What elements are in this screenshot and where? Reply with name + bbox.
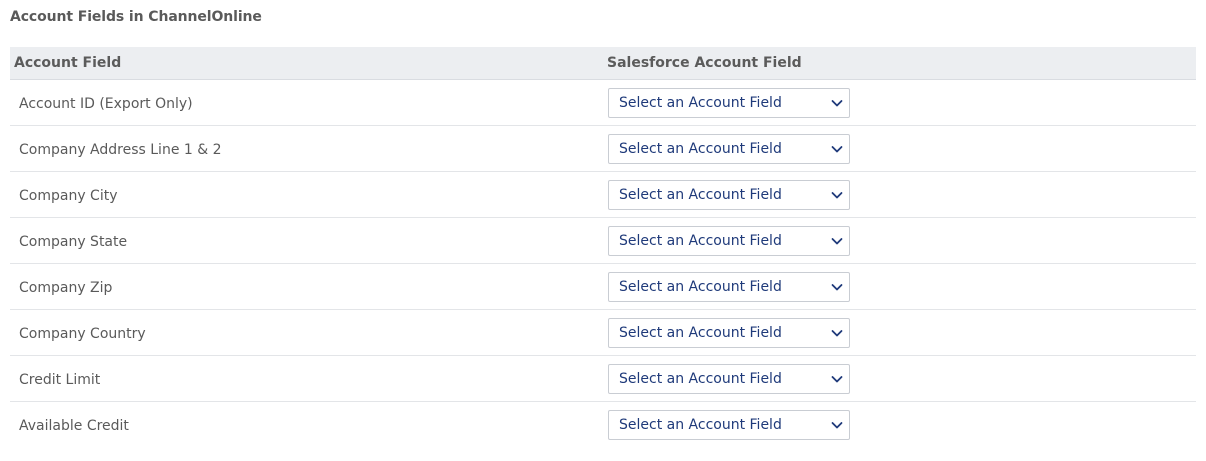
chevron-down-icon [831, 145, 843, 152]
table-row: Credit Limit Select an Account Field [10, 356, 1196, 402]
salesforce-field-select[interactable]: Select an Account Field [608, 133, 850, 164]
select-value: Select an Account Field [619, 186, 782, 203]
account-field-label: Company Address Line 1 & 2 [19, 142, 222, 158]
salesforce-field-select[interactable]: Select an Account Field [608, 271, 850, 302]
select-value: Select an Account Field [619, 324, 782, 341]
chevron-down-icon [831, 191, 843, 198]
column-header-salesforce-account-field: Salesforce Account Field [607, 55, 802, 71]
account-field-label: Company City [19, 188, 118, 204]
table-row: Account ID (Export Only) Select an Accou… [10, 80, 1196, 126]
account-field-label: Account ID (Export Only) [19, 96, 193, 112]
select-value: Select an Account Field [619, 416, 782, 433]
account-field-label: Company State [19, 234, 128, 250]
chevron-down-icon [831, 421, 843, 428]
table-row: Company State Select an Account Field [10, 218, 1196, 264]
chevron-down-icon [831, 283, 843, 290]
select-value: Select an Account Field [619, 232, 782, 249]
salesforce-field-select[interactable]: Select an Account Field [608, 409, 850, 440]
account-field-label: Company Country [19, 326, 146, 342]
salesforce-field-select[interactable]: Select an Account Field [608, 363, 850, 394]
select-value: Select an Account Field [619, 370, 782, 387]
salesforce-field-select[interactable]: Select an Account Field [608, 179, 850, 210]
chevron-down-icon [831, 99, 843, 106]
table-row: Company Country Select an Account Field [10, 310, 1196, 356]
select-value: Select an Account Field [619, 140, 782, 157]
table-row: Available Credit Select an Account Field [10, 402, 1196, 447]
table-row: Company City Select an Account Field [10, 172, 1196, 218]
table-body: Account ID (Export Only) Select an Accou… [10, 80, 1196, 447]
select-value: Select an Account Field [619, 278, 782, 295]
account-field-label: Company Zip [19, 280, 113, 296]
section-title: Account Fields in ChannelOnline [10, 9, 262, 25]
salesforce-field-select[interactable]: Select an Account Field [608, 317, 850, 348]
account-fields-page: Account Fields in ChannelOnline Account … [0, 0, 1206, 461]
salesforce-field-select[interactable]: Select an Account Field [608, 225, 850, 256]
chevron-down-icon [831, 375, 843, 382]
account-field-mapping-table: Account Field Salesforce Account Field A… [10, 47, 1196, 447]
chevron-down-icon [831, 237, 843, 244]
account-field-label: Credit Limit [19, 372, 101, 388]
select-value: Select an Account Field [619, 94, 782, 111]
table-header: Account Field Salesforce Account Field [10, 47, 1196, 80]
salesforce-field-select[interactable]: Select an Account Field [608, 87, 850, 118]
chevron-down-icon [831, 329, 843, 336]
table-row: Company Address Line 1 & 2 Select an Acc… [10, 126, 1196, 172]
column-header-account-field: Account Field [14, 55, 122, 71]
table-row: Company Zip Select an Account Field [10, 264, 1196, 310]
account-field-label: Available Credit [19, 418, 129, 434]
